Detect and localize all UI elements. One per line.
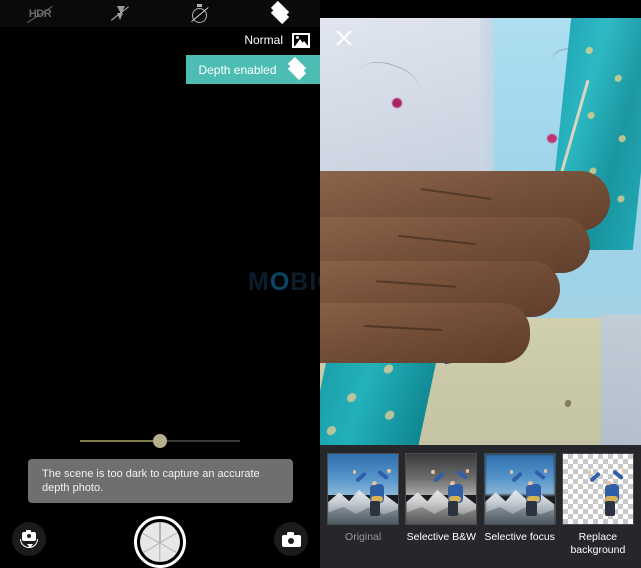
shutter-button[interactable] [134,516,186,568]
toast-text: The scene is too dark to capture an accu… [42,468,260,494]
shutter-aperture-icon [140,522,180,562]
slider-track-active [80,440,160,442]
photo-pink-dot-right [547,134,557,143]
slider-track-inactive [160,440,240,442]
filter-label-selective-bw: Selective B&W [406,531,477,543]
close-icon[interactable] [334,28,354,48]
filter-thumbnail-selective-focus [483,453,556,525]
filter-option-replace-background[interactable]: Replace background [559,453,637,568]
camera-top-toolbar: HDR [0,0,320,27]
layers-icon [286,56,308,80]
gallery-camera-icon [281,531,301,547]
timer-off-button[interactable] [160,0,240,27]
app-screenshot: HDR Normal [0,0,641,568]
photo-preview[interactable] [320,18,641,445]
capture-mode-label: Normal [244,33,283,47]
camera-viewfinder-pane: HDR Normal [0,0,320,568]
photo-hand [320,171,610,371]
gallery-button[interactable] [274,522,308,556]
photo-pink-dot-left [392,98,402,108]
timer-off-icon [190,3,210,24]
watermark-text: MOBIGYAAN [248,268,320,296]
filter-thumbnail-replace-background [561,453,634,525]
photo-editor-pane: Original Selective B&W Selective focus R… [320,0,641,568]
flash-off-button[interactable] [80,0,160,27]
depth-enabled-banner[interactable]: Depth enabled [186,55,320,84]
depth-layers-icon [269,0,291,24]
filter-thumbnail-original [327,453,400,525]
filter-option-original[interactable]: Original [324,453,402,568]
filter-label-selective-focus: Selective focus [484,531,555,543]
switch-camera-icon [19,530,39,548]
toast-message: The scene is too dark to capture an accu… [28,459,293,503]
status-bar [320,0,641,18]
capture-mode-row[interactable]: Normal [0,28,320,52]
hdr-off-button[interactable]: HDR [0,0,80,27]
filter-thumbnail-selective-bw [405,453,478,525]
depth-enabled-label: Depth enabled [198,62,277,77]
watermark: MOBIGYAAN [248,268,320,297]
switch-camera-button[interactable] [12,522,46,556]
filter-option-selective-bw[interactable]: Selective B&W [402,453,480,568]
flash-off-icon [110,4,130,24]
filter-label-original: Original [345,531,382,543]
hdr-off-icon: HDR [25,5,55,23]
depth-mode-button[interactable] [240,0,320,27]
exposure-slider[interactable] [80,431,240,451]
filter-option-selective-focus[interactable]: Selective focus [481,453,559,568]
filter-label-replace-background: Replace background [570,531,626,556]
landscape-icon [292,32,310,48]
filter-strip: Original Selective B&W Selective focus R… [320,445,641,568]
slider-thumb[interactable] [153,434,167,448]
